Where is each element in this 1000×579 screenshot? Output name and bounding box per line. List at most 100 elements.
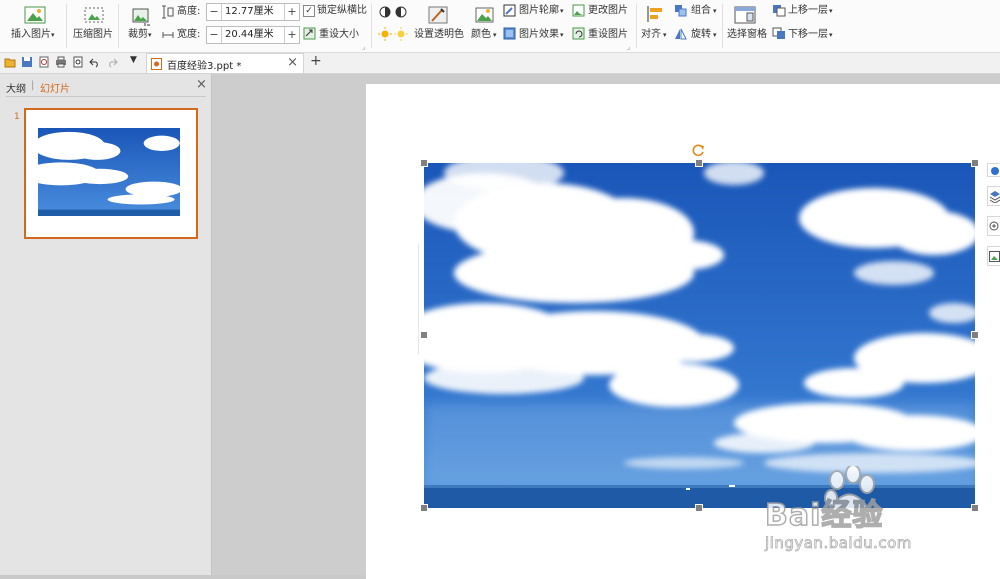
floating-layers-button[interactable]	[987, 186, 1000, 206]
reset-picture-label: 重设图片	[588, 29, 628, 40]
width-input[interactable]: 20.44厘米	[223, 27, 285, 43]
picture-outline-label: 图片轮廓	[519, 5, 559, 16]
checkbox-checked-icon: ✓	[303, 5, 315, 17]
width-spinner[interactable]: − 20.44厘米 +	[206, 26, 300, 44]
chevron-down-icon: ▾	[829, 31, 833, 39]
slides-panel: 大纲 | 幻灯片 × 1	[0, 74, 212, 575]
quick-access-dropdown-icon[interactable]: ▼	[130, 55, 137, 65]
width-decrease-button[interactable]: −	[207, 27, 222, 43]
width-label: 宽度:	[177, 29, 201, 40]
width-icon	[162, 32, 174, 38]
outline-tab[interactable]: 大纲	[6, 80, 26, 95]
compress-picture-icon	[84, 7, 104, 23]
send-backward-label: 下移一层	[788, 29, 828, 40]
floating-zoom-button[interactable]	[987, 216, 1000, 236]
group-icon	[675, 5, 687, 17]
rotate-handle-icon[interactable]	[692, 143, 706, 157]
contrast-icon[interactable]	[379, 5, 409, 19]
floating-zoom-out-button[interactable]	[987, 163, 1000, 177]
zoom-icon	[989, 221, 999, 231]
reset-size-label: 重设大小	[319, 29, 359, 40]
open-folder-icon[interactable]	[4, 56, 16, 68]
redo-icon[interactable]	[106, 56, 118, 68]
sky-clouds-picture	[424, 163, 975, 508]
insert-picture-icon	[24, 6, 46, 24]
rotate-icon	[675, 28, 687, 40]
document-tab-title: 百度经验3.ppt *	[167, 61, 242, 72]
resize-handle-w[interactable]	[420, 331, 428, 339]
crop-icon	[132, 8, 150, 26]
bring-forward-icon	[773, 5, 786, 17]
chevron-down-icon: ▾	[829, 7, 833, 15]
resize-handle-nw[interactable]	[420, 159, 428, 167]
resize-handle-sw[interactable]	[420, 504, 428, 512]
rotate-label: 旋转	[691, 29, 711, 40]
print-preview-icon[interactable]	[72, 56, 84, 68]
ppt-file-icon	[151, 58, 162, 70]
picture-icon	[989, 251, 1000, 262]
slides-tab[interactable]: 幻灯片	[40, 80, 70, 95]
resize-handle-s[interactable]	[695, 504, 703, 512]
brightness-icon[interactable]	[378, 27, 410, 41]
align-label: 对齐	[641, 29, 661, 40]
height-increase-button[interactable]: +	[284, 4, 299, 20]
lock-aspect-ratio-label: 锁定纵横比	[317, 5, 367, 16]
chevron-down-icon: ▾	[560, 7, 564, 15]
document-tab[interactable]: 百度经验3.ppt * ×	[146, 53, 304, 73]
selected-picture[interactable]	[424, 163, 975, 508]
chevron-down-icon: ▾	[493, 31, 497, 39]
close-panel-icon[interactable]: ×	[196, 77, 207, 92]
tab-divider: |	[31, 80, 35, 91]
export-pdf-icon[interactable]	[38, 56, 50, 68]
new-tab-button[interactable]: +	[310, 53, 322, 69]
slide-number: 1	[14, 112, 20, 122]
chevron-down-icon: ▾	[663, 31, 667, 39]
layers-icon	[989, 191, 1000, 203]
send-backward-icon	[772, 27, 785, 39]
ribbon-separator	[118, 4, 119, 48]
watermark-url: jingyan.baidu.com	[765, 534, 912, 553]
resize-handle-ne[interactable]	[971, 159, 979, 167]
height-input[interactable]: 12.77厘米	[223, 4, 285, 20]
dialog-launcher-icon[interactable]: ⌟	[362, 40, 365, 54]
resize-handle-n[interactable]	[695, 159, 703, 167]
chevron-down-icon: ▾	[51, 31, 55, 39]
align-icon	[647, 6, 662, 22]
baidu-watermark: Bai经验 jingyan.baidu.com	[764, 464, 995, 554]
set-transparent-color-label: 设置透明色	[414, 29, 464, 40]
height-spinner[interactable]: − 12.77厘米 +	[206, 3, 300, 21]
selection-pane-icon	[734, 6, 756, 24]
reset-picture-icon	[572, 27, 585, 40]
chevron-down-icon: ▾	[713, 31, 717, 39]
resize-handle-e[interactable]	[971, 331, 979, 339]
floating-picture-button[interactable]	[987, 246, 1000, 266]
ribbon-separator	[722, 4, 723, 48]
width-increase-button[interactable]: +	[284, 27, 299, 43]
print-icon[interactable]	[55, 56, 67, 68]
selection-pane-label: 选择窗格	[727, 29, 767, 40]
group-label: 组合	[691, 5, 711, 16]
dialog-launcher-icon[interactable]: ⌟	[627, 40, 630, 54]
picture-effects-label: 图片效果	[519, 29, 559, 40]
bring-forward-label: 上移一层	[788, 5, 828, 16]
close-tab-icon[interactable]: ×	[287, 55, 298, 70]
chevron-down-icon: ▾	[560, 31, 564, 39]
chevron-down-icon: ▾	[713, 7, 717, 15]
minus-circle-icon	[991, 167, 999, 175]
height-decrease-button[interactable]: −	[207, 4, 222, 20]
ribbon-toolbar: 插入图片 ▾ 压缩图片 裁剪 ▾ 高度: − 12.77厘米 + 宽度: − 2…	[0, 0, 1000, 53]
undo-icon[interactable]	[89, 56, 101, 68]
ribbon-separator	[66, 4, 67, 48]
save-icon[interactable]	[21, 56, 33, 68]
panel-header-divider	[6, 96, 206, 97]
ribbon-separator	[371, 4, 372, 48]
insert-picture-label: 插入图片	[11, 29, 51, 40]
color-label: 颜色	[471, 29, 491, 40]
picture-outline-icon	[503, 4, 516, 17]
color-icon	[475, 7, 494, 23]
height-icon	[162, 5, 174, 19]
chevron-down-icon: ▾	[148, 31, 152, 39]
crop-label: 裁剪	[128, 29, 148, 40]
quick-access-and-tab-bar: ▼ 百度经验3.ppt * × +	[0, 53, 1000, 74]
slide-thumbnail[interactable]	[24, 108, 198, 239]
